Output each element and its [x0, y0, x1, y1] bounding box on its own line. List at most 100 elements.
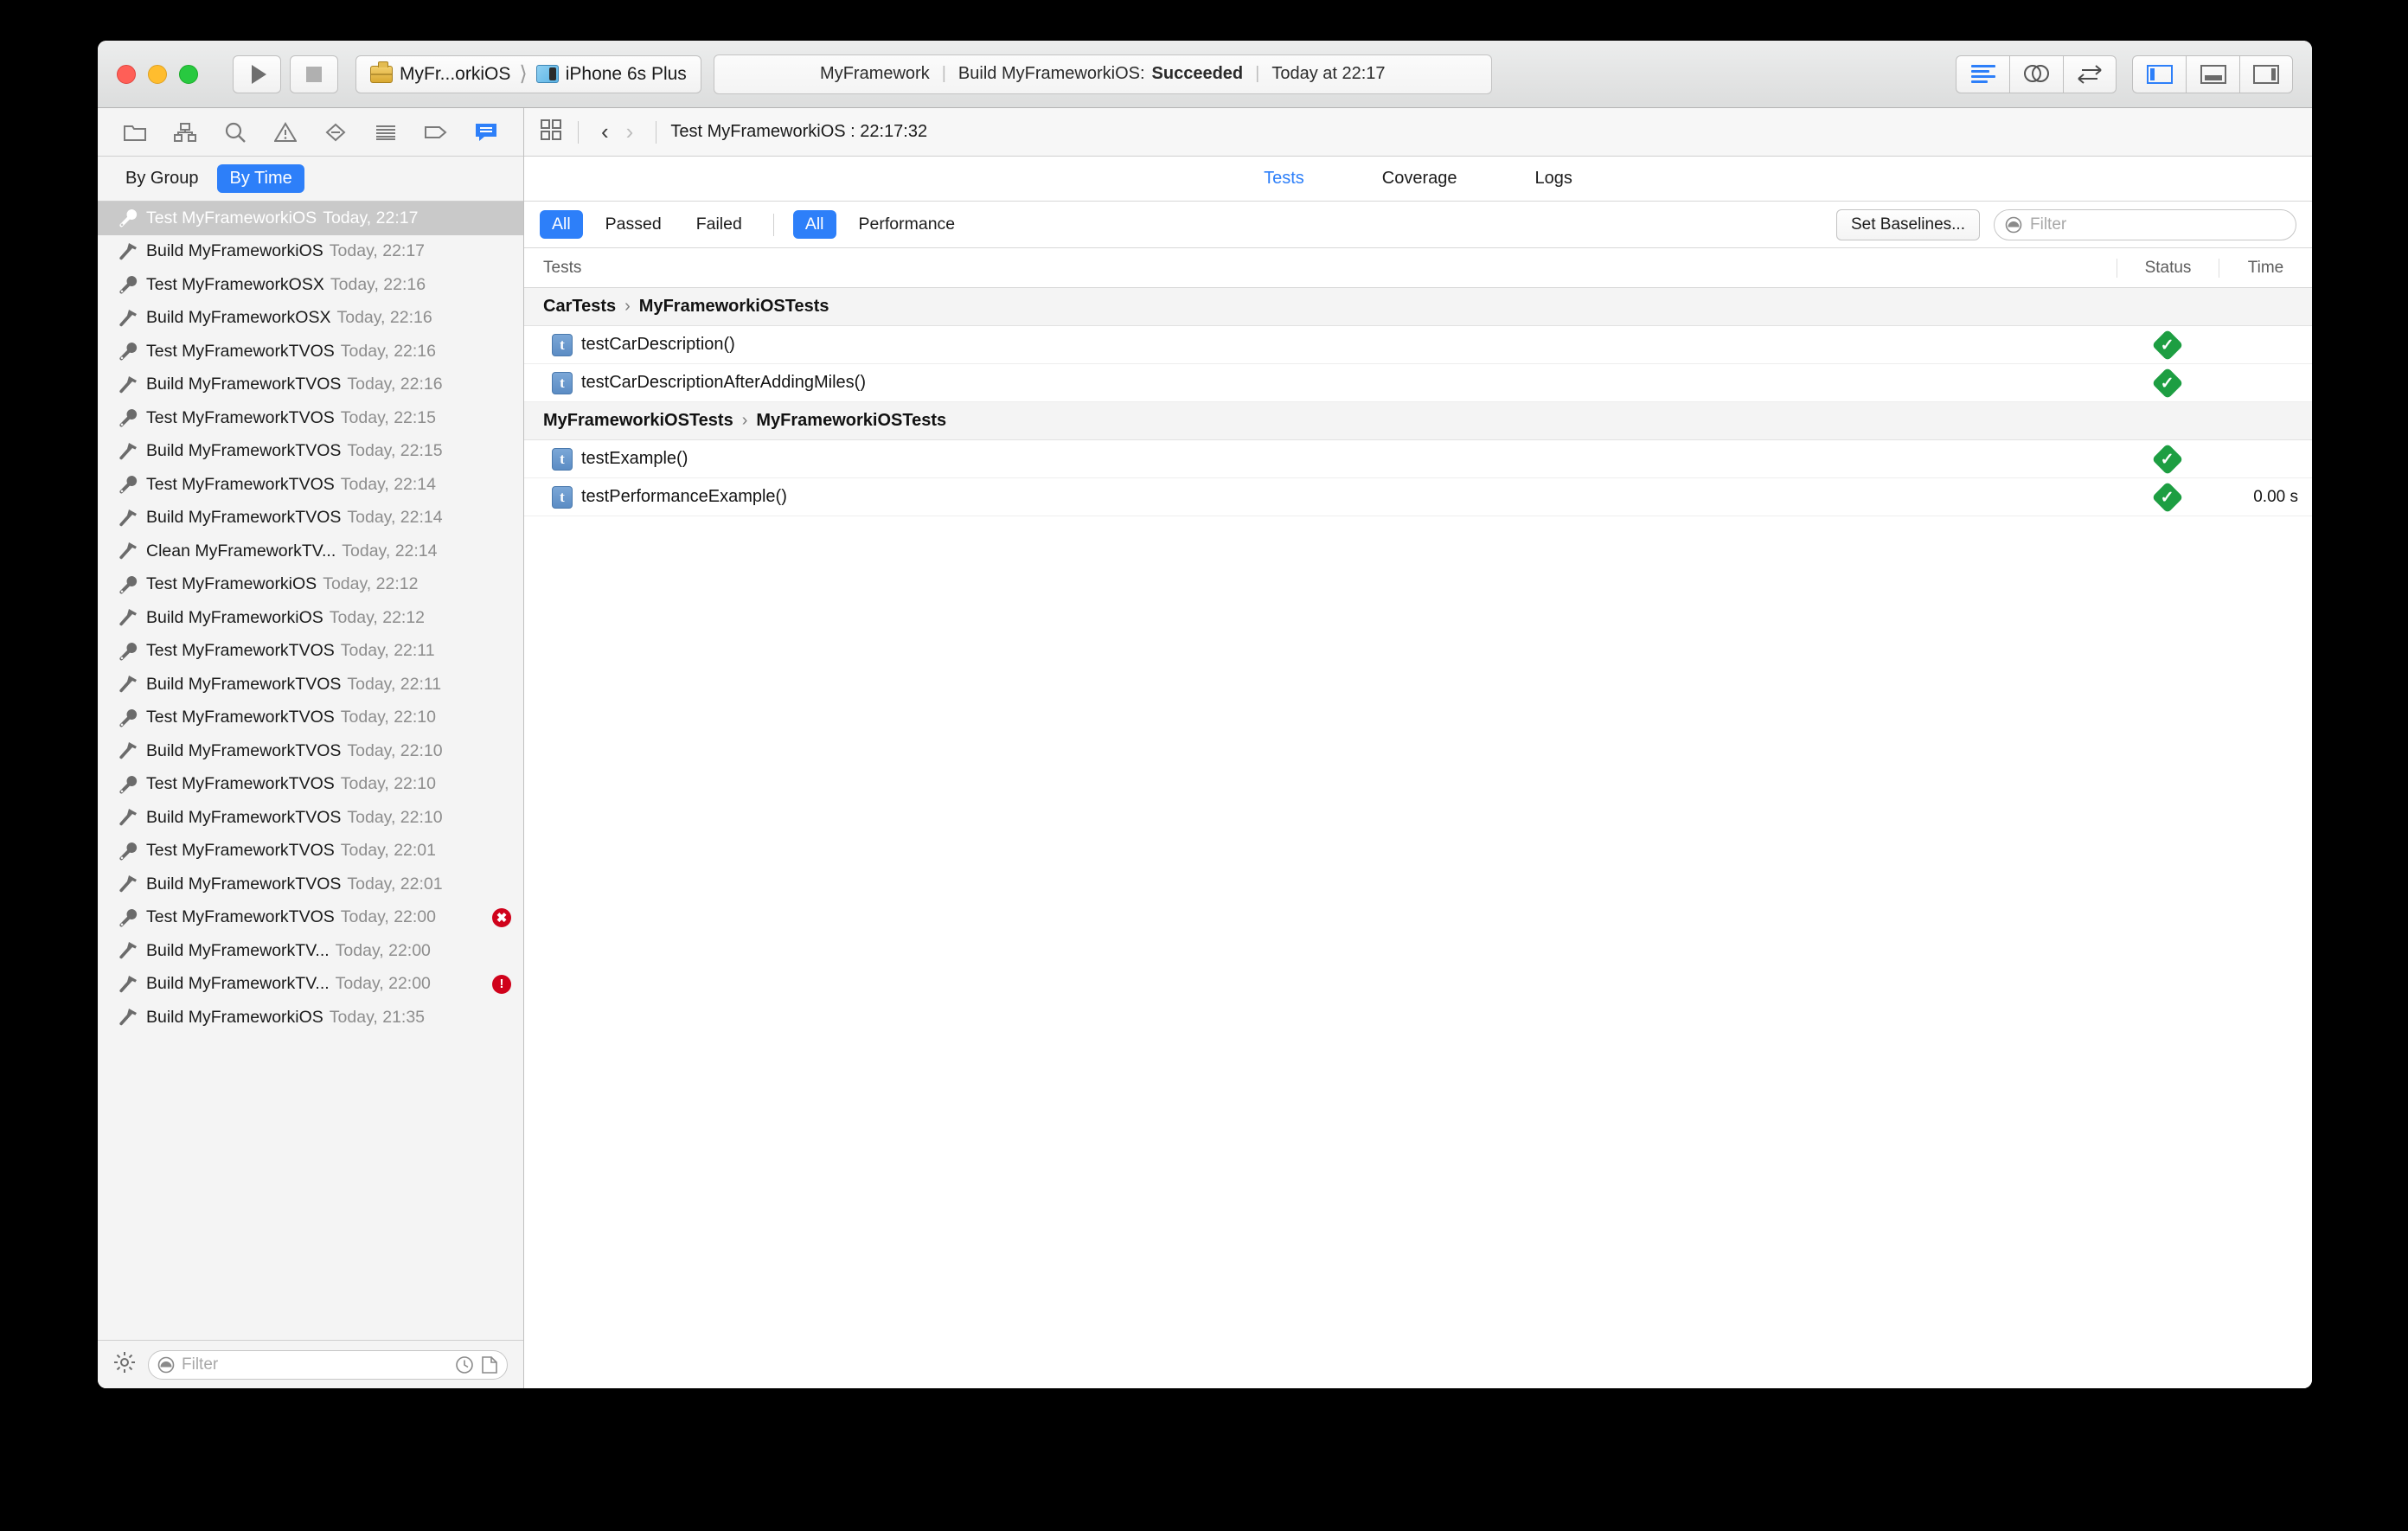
- wrench-icon: [117, 275, 139, 294]
- breakpoint-navigator-icon[interactable]: [323, 120, 349, 144]
- chevron-right-icon: ›: [624, 297, 631, 316]
- report-row-time: Today, 22:10: [340, 774, 437, 794]
- kind-filter-performance[interactable]: Performance: [847, 210, 968, 239]
- report-row[interactable]: Test MyFrameworkOSX Today, 22:16: [98, 268, 523, 302]
- report-row[interactable]: Test MyFrameworkTVOS Today, 22:16: [98, 335, 523, 368]
- hammer-icon: [117, 1008, 139, 1027]
- status-action: Build MyFrameworkiOS:: [957, 64, 1145, 83]
- report-row[interactable]: Build MyFrameworkTVOS Today, 22:14: [98, 502, 523, 535]
- report-row-time: Today, 22:11: [347, 674, 442, 694]
- report-row[interactable]: Clean MyFrameworkTV... Today, 22:14: [98, 535, 523, 568]
- report-row[interactable]: Build MyFrameworkTVOS Today, 22:15: [98, 435, 523, 469]
- project-navigator-icon[interactable]: [122, 120, 148, 144]
- report-row[interactable]: Build MyFrameworkTV... Today, 22:00!: [98, 968, 523, 1002]
- jump-bar-title[interactable]: Test MyFrameworkiOS : 22:17:32: [670, 122, 927, 142]
- test-row[interactable]: t testPerformanceExample() ✓ 0.00 s: [524, 478, 2312, 516]
- test-name-cell: t testCarDescriptionAfterAddingMiles(): [524, 371, 2117, 394]
- test-status-cell: ✓: [2117, 443, 2219, 475]
- report-row[interactable]: Build MyFrameworkiOS Today, 22:12: [98, 601, 523, 635]
- report-row[interactable]: Build MyFrameworkTVOS Today, 22:01: [98, 868, 523, 901]
- result-filter-failed[interactable]: Failed: [684, 210, 754, 239]
- report-row[interactable]: Build MyFrameworkTVOS Today, 22:10: [98, 734, 523, 768]
- destination-label: iPhone 6s Plus: [565, 63, 687, 84]
- assistant-editor-button[interactable]: [2009, 54, 2063, 93]
- test-passed-icon: ✓: [2151, 481, 2184, 513]
- filter-bar-right: Set Baselines... Filter: [1835, 208, 2296, 240]
- navigator-toggle-button[interactable]: [2132, 54, 2186, 93]
- test-group-header[interactable]: MyFrameworkiOSTests › MyFrameworkiOSTests: [524, 402, 2312, 440]
- version-editor-button[interactable]: [2063, 54, 2117, 93]
- document-icon[interactable]: [481, 1355, 498, 1374]
- run-button[interactable]: [233, 54, 281, 93]
- report-row[interactable]: Test MyFrameworkTVOS Today, 22:10: [98, 768, 523, 802]
- status-project: MyFramework: [820, 64, 930, 83]
- test-method-name: testCarDescription(): [581, 335, 735, 354]
- report-row-time: Today, 22:17: [329, 241, 426, 261]
- test-filter-field[interactable]: Filter: [1994, 208, 2296, 240]
- go-forward-button[interactable]: ›: [618, 119, 643, 145]
- standard-editor-button[interactable]: [1956, 54, 2009, 93]
- clock-icon[interactable]: [455, 1355, 474, 1374]
- test-passed-icon: ✓: [2151, 367, 2184, 399]
- stop-button[interactable]: [290, 54, 338, 93]
- test-row[interactable]: t testCarDescription() ✓: [524, 326, 2312, 364]
- report-row[interactable]: Build MyFrameworkOSX Today, 22:16: [98, 302, 523, 336]
- test-row[interactable]: t testExample() ✓: [524, 440, 2312, 478]
- tag-icon[interactable]: [423, 120, 449, 144]
- report-row[interactable]: Build MyFrameworkTV... Today, 22:00: [98, 934, 523, 968]
- result-filter-passed[interactable]: Passed: [593, 210, 674, 239]
- report-row[interactable]: Test MyFrameworkiOS Today, 22:12: [98, 568, 523, 602]
- scope-by-time[interactable]: By Time: [217, 164, 304, 193]
- report-row[interactable]: Test MyFrameworkTVOS Today, 22:15: [98, 401, 523, 435]
- scheme-label: MyFr...orkiOS: [400, 63, 511, 84]
- symbol-navigator-icon[interactable]: [172, 120, 198, 144]
- report-navigator-icon[interactable]: [473, 120, 499, 144]
- report-row[interactable]: Build MyFrameworkTVOS Today, 22:11: [98, 668, 523, 701]
- tab-coverage[interactable]: Coverage: [1382, 169, 1457, 189]
- report-row[interactable]: Test MyFrameworkTVOS Today, 22:11: [98, 635, 523, 669]
- related-items-icon[interactable]: [540, 119, 564, 146]
- search-navigator-icon[interactable]: [222, 120, 248, 144]
- report-row[interactable]: Build MyFrameworkTVOS Today, 22:16: [98, 368, 523, 402]
- report-row[interactable]: Build MyFrameworkTVOS Today, 22:10: [98, 801, 523, 835]
- activity-status-bar[interactable]: MyFramework | Build MyFrameworkiOS: Succ…: [713, 54, 1492, 94]
- minimize-button[interactable]: [148, 64, 167, 84]
- result-filter-all[interactable]: All: [540, 210, 583, 239]
- report-row-time: Today, 22:12: [329, 607, 426, 627]
- report-row[interactable]: Test MyFrameworkTVOS Today, 22:00 ✖: [98, 901, 523, 935]
- utilities-toggle-button[interactable]: [2239, 54, 2293, 93]
- report-row[interactable]: Test MyFrameworkTVOS Today, 22:01: [98, 835, 523, 868]
- report-row-label: Test MyFrameworkTVOS: [146, 774, 335, 794]
- set-baselines-button[interactable]: Set Baselines...: [1835, 208, 1980, 240]
- chevron-right-icon: ›: [741, 411, 748, 430]
- report-row[interactable]: Test MyFrameworkTVOS Today, 22:10: [98, 701, 523, 735]
- report-row[interactable]: Build MyFrameworkiOS Today, 21:35: [98, 1001, 523, 1035]
- test-row[interactable]: t testCarDescriptionAfterAddingMiles() ✓: [524, 364, 2312, 402]
- navigator-filter-field[interactable]: Filter: [148, 1349, 508, 1380]
- report-row-label: Build MyFrameworkTVOS: [146, 874, 342, 894]
- tab-tests[interactable]: Tests: [1264, 169, 1304, 189]
- report-row-label: Build MyFrameworkTVOS: [146, 674, 342, 694]
- debug-navigator-icon[interactable]: [373, 120, 399, 144]
- report-row[interactable]: Build MyFrameworkiOS Today, 22:17: [98, 235, 523, 269]
- report-row-label: Test MyFrameworkTVOS: [146, 341, 335, 361]
- zoom-button[interactable]: [179, 64, 198, 84]
- test-status-cell: ✓: [2117, 367, 2219, 399]
- issue-navigator-icon[interactable]: [272, 120, 298, 144]
- filter-divider: [772, 213, 774, 236]
- report-list[interactable]: Test MyFrameworkiOS Today, 22:17 Build MyF…: [98, 202, 523, 1340]
- kind-filter-all[interactable]: All: [792, 210, 836, 239]
- gear-icon[interactable]: [113, 1351, 136, 1378]
- tab-logs[interactable]: Logs: [1535, 169, 1572, 189]
- debug-area-toggle-button[interactable]: [2186, 54, 2239, 93]
- close-button[interactable]: [117, 64, 136, 84]
- hammer-icon: [117, 242, 139, 261]
- report-row[interactable]: Test MyFrameworkTVOS Today, 22:14: [98, 468, 523, 502]
- scope-by-group[interactable]: By Group: [113, 164, 210, 193]
- scheme-destination-control[interactable]: MyFr...orkiOS ⟩ iPhone 6s Plus: [355, 54, 701, 93]
- report-tab-bar: Tests Coverage Logs: [524, 157, 2312, 202]
- report-row-label: Test MyFrameworkTVOS: [146, 474, 335, 494]
- test-group-header[interactable]: CarTests › MyFrameworkiOSTests: [524, 288, 2312, 326]
- report-row[interactable]: Test MyFrameworkiOS Today, 22:17: [98, 202, 523, 235]
- go-back-button[interactable]: ‹: [592, 119, 618, 145]
